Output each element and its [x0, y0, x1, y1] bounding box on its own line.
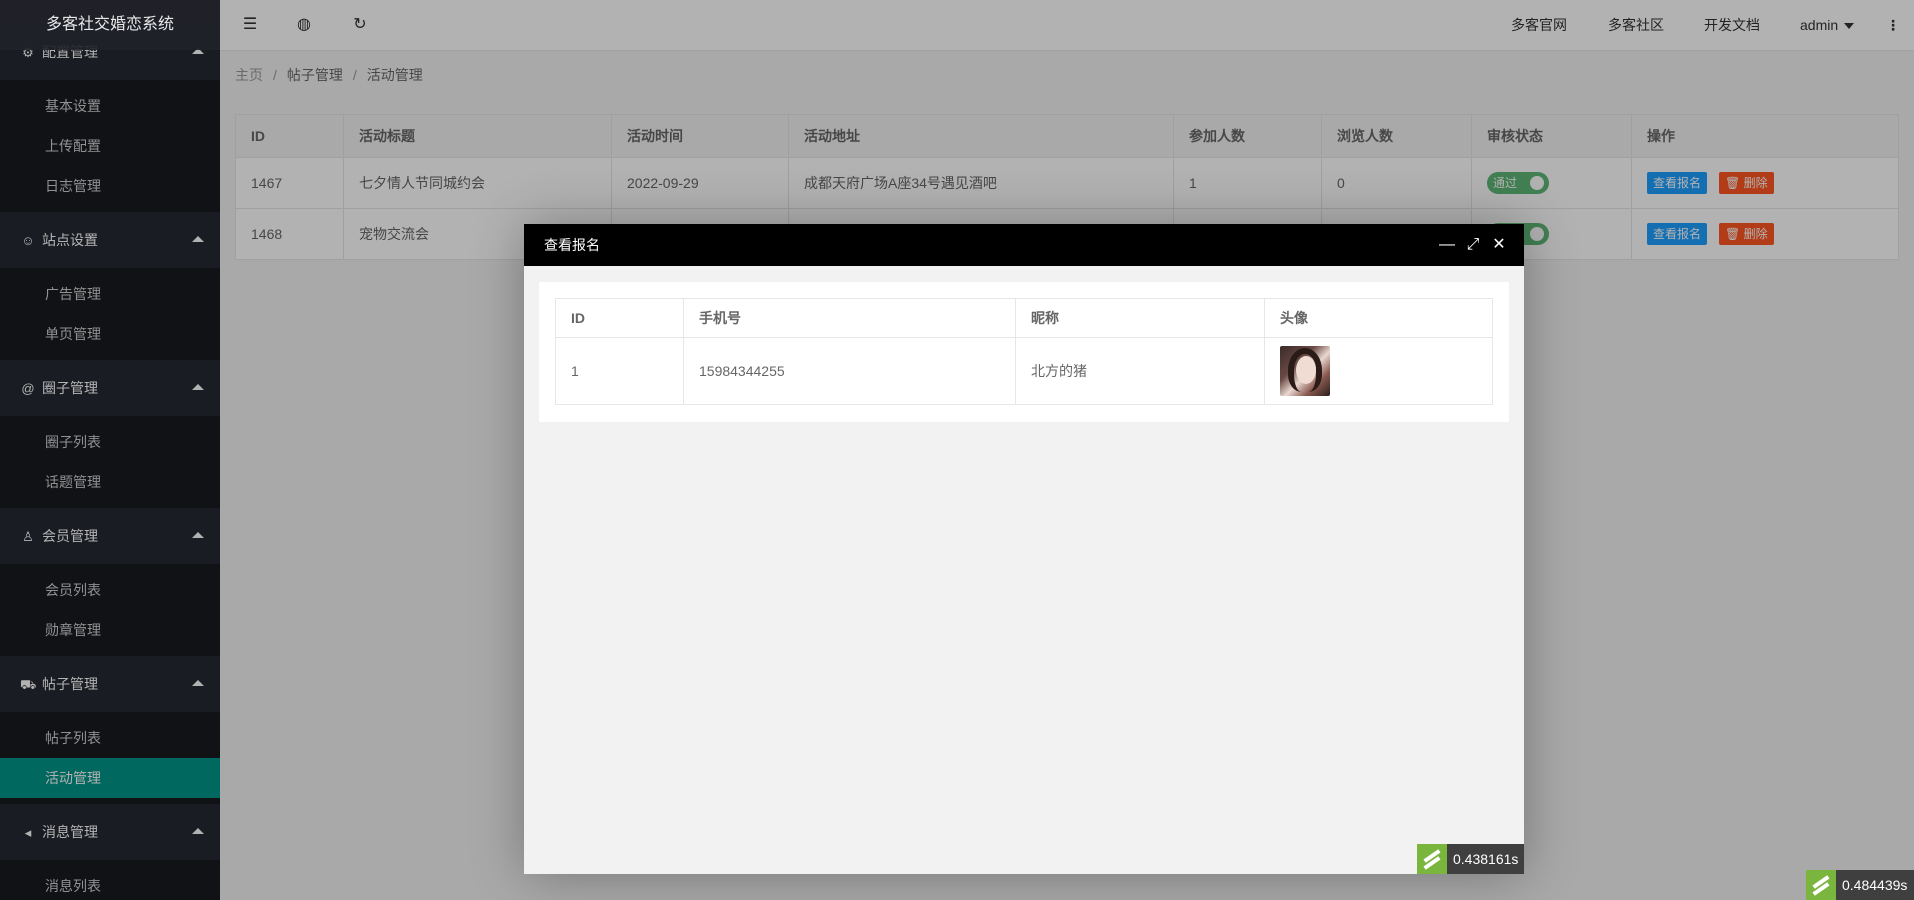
modal-timer-value: 0.438161s [1453, 851, 1519, 867]
column-header: 手机号 [683, 298, 1016, 338]
column-header: 昵称 [1015, 298, 1265, 338]
app-logo-title: 多客社交婚恋系统 [0, 0, 220, 50]
timer-logo-icon [1806, 870, 1836, 900]
signup-modal: 查看报名 — ⤢ ✕ ID 手机号 昵称 头像 1 15984344255 北方… [524, 224, 1524, 874]
cell-nickname: 北方的猪 [1015, 337, 1265, 405]
cell-phone: 15984344255 [683, 337, 1016, 405]
cell-id: 1 [555, 337, 684, 405]
column-header: 头像 [1264, 298, 1493, 338]
modal-content: ID 手机号 昵称 头像 1 15984344255 北方的猪 [539, 282, 1509, 422]
modal-title: 查看报名 [544, 237, 600, 253]
table-row: 1 15984344255 北方的猪 [555, 337, 1493, 405]
page-timer: 0.484439s [1806, 870, 1914, 900]
modal-header: 查看报名 — ⤢ ✕ [524, 224, 1524, 266]
minimize-icon[interactable]: — [1436, 224, 1458, 266]
table-header-row: ID 手机号 昵称 头像 [555, 298, 1493, 338]
avatar[interactable] [1280, 346, 1330, 396]
cell-avatar [1264, 337, 1493, 405]
signup-table: ID 手机号 昵称 头像 1 15984344255 北方的猪 [555, 298, 1493, 405]
column-header: ID [555, 298, 684, 338]
avatar-face [1296, 356, 1316, 384]
timer-logo-icon [1417, 844, 1447, 874]
maximize-icon[interactable]: ⤢ [1462, 224, 1484, 266]
page-timer-value: 0.484439s [1842, 877, 1908, 893]
close-icon[interactable]: ✕ [1488, 224, 1510, 266]
modal-timer: 0.438161s [1417, 844, 1524, 874]
